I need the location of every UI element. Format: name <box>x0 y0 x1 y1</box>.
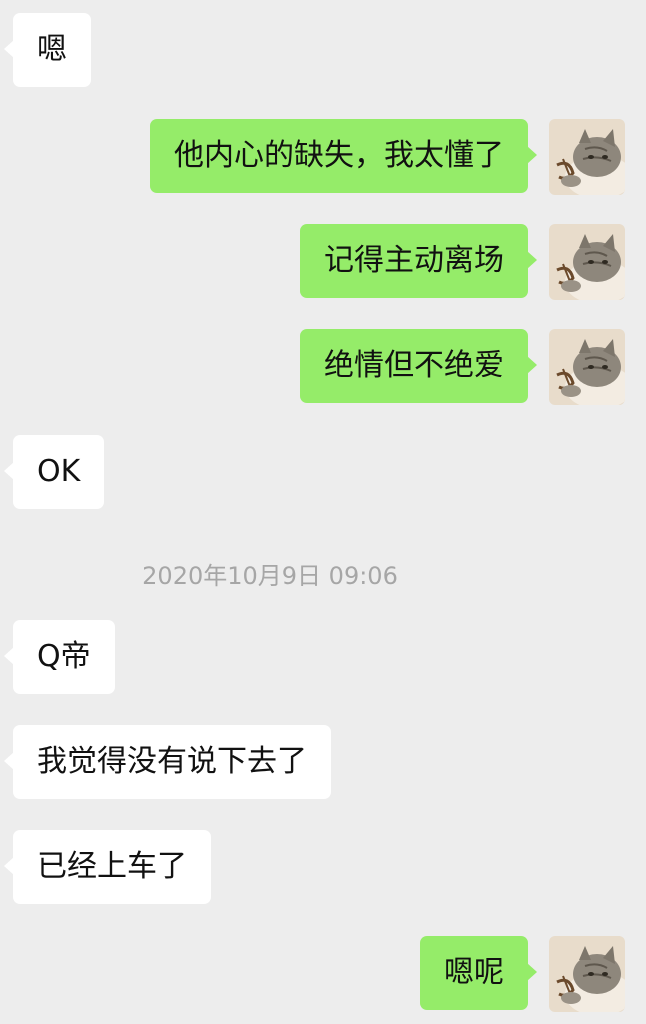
message-bubble-outgoing[interactable]: 他内心的缺失，我太懂了 <box>150 119 537 193</box>
cat-avatar-icon[interactable] <box>549 119 625 195</box>
cat-avatar-icon[interactable] <box>549 936 625 1012</box>
chat-area[interactable]: 嗯 他内心的缺失，我太懂了 记得主动离场 绝情但不绝爱 OK 2020年10月9… <box>0 0 646 1024</box>
message-text: 他内心的缺失，我太懂了 <box>174 138 504 173</box>
message-bubble-outgoing[interactable]: 记得主动离场 <box>300 224 537 298</box>
message-bubble-incoming[interactable]: 嗯 <box>4 13 91 87</box>
message-text: 记得主动离场 <box>324 243 504 278</box>
message-bubble-incoming[interactable]: 已经上车了 <box>4 830 211 904</box>
message-bubble-incoming[interactable]: OK <box>3 435 105 509</box>
message-bubble-incoming[interactable]: Q帝 <box>4 620 115 694</box>
message-bubble-outgoing[interactable]: 绝情但不绝爱 <box>300 329 537 403</box>
message-text: 嗯 <box>37 32 67 67</box>
message-text: OK <box>37 454 81 489</box>
message-text: 已经上车了 <box>37 849 187 884</box>
message-timestamp: 2020年10月9日 09:06 <box>142 562 398 590</box>
message-bubble-outgoing[interactable]: 嗯呢 <box>420 936 537 1010</box>
cat-avatar-icon[interactable] <box>549 224 625 300</box>
message-text: 嗯呢 <box>444 955 504 990</box>
cat-avatar-icon[interactable] <box>549 329 625 405</box>
message-bubble-incoming[interactable]: 我觉得没有说下去了 <box>4 725 331 799</box>
message-text: Q帝 <box>37 639 91 674</box>
message-text: 绝情但不绝爱 <box>324 348 504 383</box>
message-text: 我觉得没有说下去了 <box>37 744 307 779</box>
